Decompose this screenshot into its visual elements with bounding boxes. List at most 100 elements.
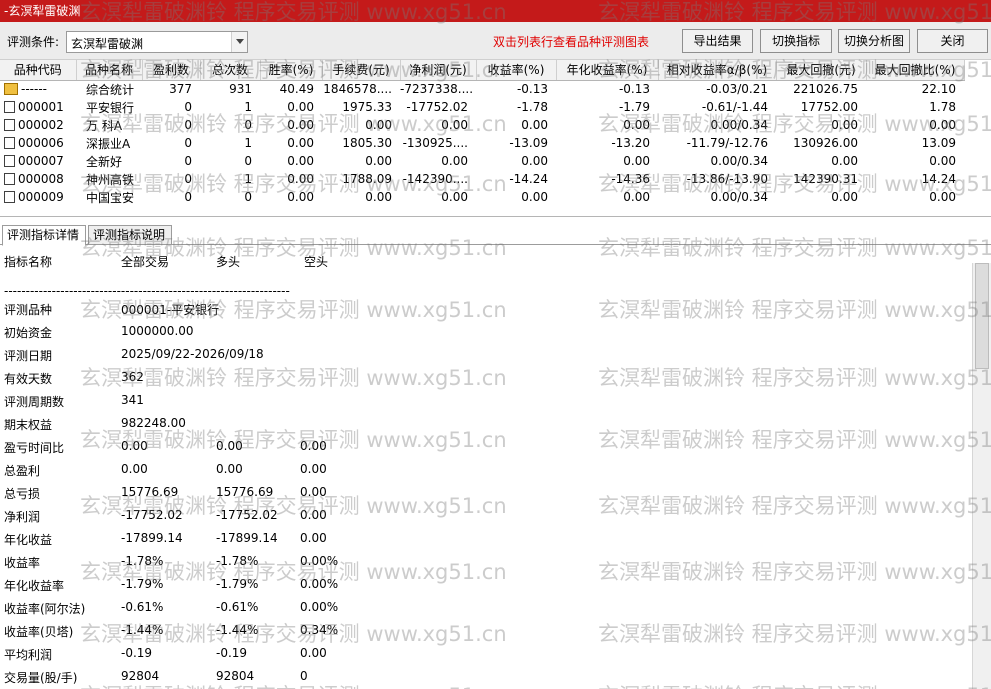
table-row[interactable]: 000001 平安银行 0 1 0.00 1975.33 -17752.02 -1.78 -1.… bbox=[0, 98, 964, 116]
detail-label: 期末权益 bbox=[4, 418, 53, 432]
detail-value: 15776.69 bbox=[121, 485, 179, 499]
detail-value: -0.19 bbox=[121, 646, 153, 660]
detail-label: 总盈利 bbox=[4, 464, 41, 478]
table-cell: 0.00 bbox=[623, 154, 650, 168]
table-row[interactable]: 000007 全新好 0 0 0.00 0.00 0.00 0.00 0.00 0.00/0.34… bbox=[0, 152, 964, 170]
chevron-down-icon[interactable] bbox=[231, 32, 247, 52]
table-cell: 000001 bbox=[0, 98, 76, 116]
detail-line: 年化收益率 -1.79% -1.79% 0.00% bbox=[0, 577, 972, 593]
table-cell: 1 bbox=[244, 172, 252, 186]
detail-scrollbar[interactable] bbox=[972, 263, 991, 689]
detail-label: 年化收益 bbox=[4, 533, 53, 547]
tab-indicator-details[interactable]: 评测指标详情 bbox=[2, 225, 86, 246]
table-cell: -11.79/-12.76 bbox=[686, 136, 768, 150]
detail-label: 评测品种 bbox=[4, 303, 53, 317]
detail-value: 0.00 bbox=[300, 485, 327, 499]
switch-indicator-button[interactable]: 切换指标 bbox=[760, 29, 832, 53]
table-cell: 000006 bbox=[0, 134, 76, 152]
column-header[interactable]: 品种代码 bbox=[0, 60, 77, 81]
table-cell: 0.00 bbox=[623, 118, 650, 132]
document-icon bbox=[4, 119, 15, 131]
table-cell: 0.00 bbox=[441, 118, 468, 132]
table-cell: 0 bbox=[184, 172, 192, 186]
detail-value: -1.44% bbox=[216, 623, 259, 637]
column-header[interactable]: 总次数 bbox=[200, 60, 261, 81]
tab-indicator-description[interactable]: 评测指标说明 bbox=[88, 225, 172, 245]
condition-dropdown[interactable]: 玄溟犁雷破渊 bbox=[66, 31, 248, 53]
detail-label: 初始资金 bbox=[4, 326, 53, 340]
detail-value: 0.00 bbox=[216, 462, 243, 476]
table-row[interactable]: 000002 万 科A 0 0 0.00 0.00 0.00 0.00 0.00 0.00/0.3… bbox=[0, 116, 964, 134]
table-cell: -1.79 bbox=[618, 100, 650, 114]
table-cell: 0.00/0.34 bbox=[710, 118, 768, 132]
table-cell: 0.00/0.34 bbox=[710, 154, 768, 168]
table-cell: 000007 bbox=[0, 152, 76, 170]
condition-dropdown-value: 玄溟犁雷破渊 bbox=[71, 37, 144, 51]
detail-value: 0.00 bbox=[300, 462, 327, 476]
detail-value: 0.34% bbox=[300, 623, 339, 637]
detail-label: 评测周期数 bbox=[4, 395, 65, 409]
detail-value: -1.78% bbox=[121, 554, 164, 568]
scrollbar-thumb[interactable] bbox=[975, 263, 989, 369]
hint-text: 双击列表行查看品种评测图表 bbox=[493, 35, 650, 49]
detail-line: 有效天数 362 bbox=[0, 370, 972, 386]
close-button[interactable]: 关闭 bbox=[917, 29, 988, 53]
detail-value: -17752.02 bbox=[216, 508, 278, 522]
table-cell: 1 bbox=[244, 100, 252, 114]
table-cell: 0.00 bbox=[287, 154, 314, 168]
table-cell: 0.00/0.34 bbox=[710, 190, 768, 204]
table-row[interactable]: 000006 深振业A 0 1 0.00 1805.30 -130925.... -13.09… bbox=[0, 134, 964, 152]
column-header[interactable]: 最大回撤(元) bbox=[776, 60, 867, 81]
column-header[interactable]: 手续费(元) bbox=[322, 60, 401, 81]
column-header[interactable]: 净利润(元) bbox=[400, 60, 477, 81]
table-cell: 平安银行 bbox=[86, 100, 135, 115]
detail-value: 341 bbox=[121, 393, 144, 407]
switch-chart-button[interactable]: 切换分析图 bbox=[838, 29, 910, 53]
document-icon bbox=[4, 173, 15, 185]
column-header[interactable]: 盈利数 bbox=[142, 60, 201, 81]
table-cell: 1788.09 bbox=[342, 172, 392, 186]
export-results-button[interactable]: 导出结果 bbox=[682, 29, 753, 53]
column-header[interactable]: 相对收益率α/β(%) bbox=[658, 60, 777, 81]
detail-line: 评测日期 2025/09/22-2026/09/18 bbox=[0, 347, 972, 363]
table-row[interactable]: ------ 综合统计 377 931 40.49 1846578.... -7237338… bbox=[0, 80, 964, 98]
detail-pane: 指标名称 全部交易 多头 空头 ------------------------… bbox=[0, 246, 972, 689]
column-header[interactable]: 品种名称 bbox=[76, 60, 143, 81]
detail-header-name: 指标名称 bbox=[4, 255, 53, 269]
detail-label: 交易量(股/手) bbox=[4, 671, 78, 685]
table-cell: 0.00 bbox=[831, 118, 858, 132]
column-header[interactable]: 收益率(%) bbox=[476, 60, 557, 81]
column-header[interactable]: 最大回撤比(%) bbox=[866, 60, 965, 81]
detail-separator: ----------------------------------------… bbox=[4, 284, 290, 298]
column-header[interactable]: 年化收益率(%) bbox=[556, 60, 659, 81]
results-table[interactable]: 品种代码 品种名称 盈利数 总次数 胜率(%) 手续费(元) 净利润(元) 收益率(%) 年化收… bbox=[0, 60, 991, 217]
table-cell: 221026.75 bbox=[793, 82, 858, 97]
table-cell: 0.00 bbox=[287, 136, 314, 150]
detail-value: -1.79% bbox=[121, 577, 164, 591]
table-cell: 0.00 bbox=[365, 154, 392, 168]
table-cell: ------ bbox=[0, 80, 76, 98]
detail-line: 盈亏时间比 0.00 0.00 0.00 bbox=[0, 439, 972, 455]
table-cell: 142390.31 bbox=[793, 172, 858, 186]
cell-text: 000002 bbox=[18, 118, 64, 132]
table-cell: 0.00 bbox=[365, 190, 392, 204]
table-cell: 0 bbox=[184, 154, 192, 168]
table-cell: 0 bbox=[184, 118, 192, 132]
column-header[interactable]: 胜率(%) bbox=[260, 60, 323, 81]
table-cell: -0.61/-1.44 bbox=[701, 100, 768, 114]
window-title-bar: -玄溟犁雷破渊 bbox=[0, 0, 991, 22]
table-row[interactable]: 000008 神州高铁 0 1 0.00 1788.09 -142390.... -14.24… bbox=[0, 170, 964, 188]
table-cell: 1 bbox=[244, 136, 252, 150]
table-cell: 0.00 bbox=[287, 172, 314, 186]
table-cell: 0.00 bbox=[831, 154, 858, 168]
detail-line: 平均利润 -0.19 -0.19 0.00 bbox=[0, 646, 972, 662]
detail-label: 评测日期 bbox=[4, 349, 53, 363]
table-cell: -14.36 bbox=[611, 172, 650, 186]
table-cell: 1846578.... bbox=[323, 82, 392, 97]
detail-line: 收益率(贝塔) -1.44% -1.44% 0.34% bbox=[0, 623, 972, 639]
table-cell: 0.00 bbox=[929, 190, 956, 204]
table-cell: 1805.30 bbox=[342, 136, 392, 150]
detail-line: 初始资金 1000000.00 bbox=[0, 324, 972, 340]
table-row[interactable]: 000009 中国宝安 0 0 0.00 0.00 0.00 0.00 0.00 0.00/0.3… bbox=[0, 188, 964, 206]
detail-value: 0.00 bbox=[300, 646, 327, 660]
